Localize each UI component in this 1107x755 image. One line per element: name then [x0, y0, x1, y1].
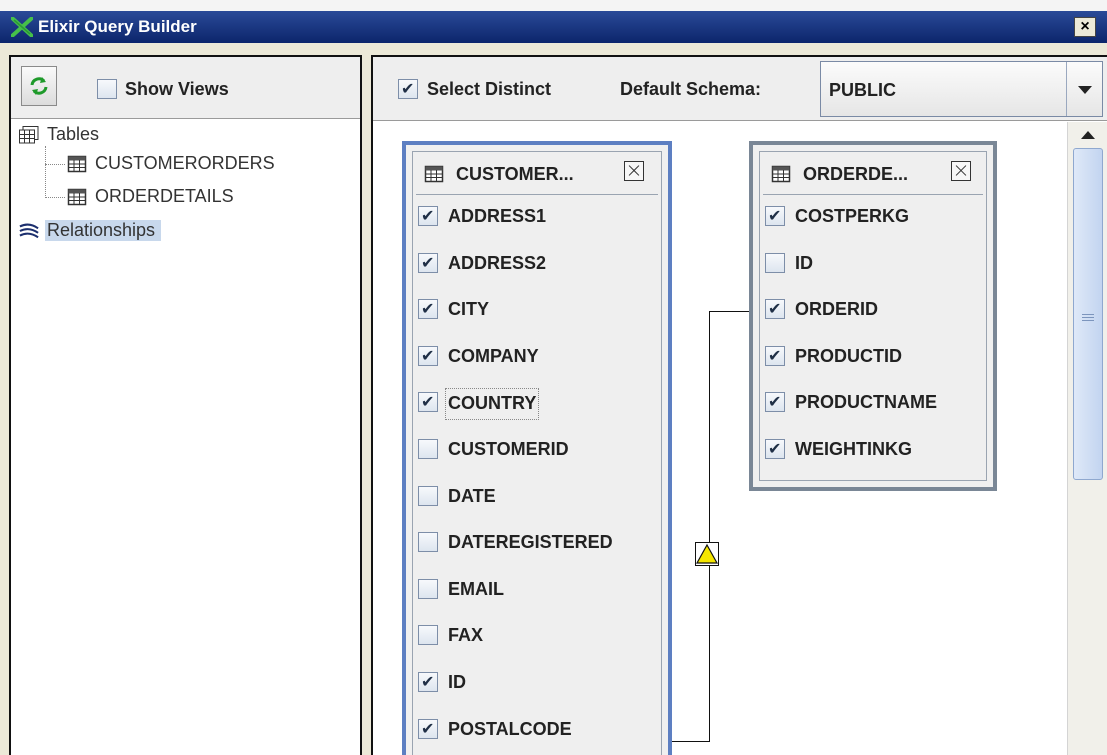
field-name: PRODUCTNAME [795, 392, 937, 413]
refresh-button[interactable] [21, 66, 57, 106]
diagram-canvas[interactable]: CUSTOMER... ADDRESS1 ADDRESS2 CITY COMPANY C… [373, 122, 1067, 755]
table-box-title: ORDERDE... [803, 164, 909, 184]
relationships-icon [19, 223, 39, 239]
show-views-label: Show Views [125, 79, 229, 99]
tree-connector [45, 197, 65, 198]
chevron-down-icon[interactable] [1066, 62, 1102, 116]
table-icon [67, 188, 87, 206]
window-title: Elixir Query Builder [38, 17, 197, 36]
field-checkbox[interactable] [418, 392, 438, 413]
field-checkbox[interactable] [765, 206, 785, 226]
table-icon [771, 165, 791, 183]
field-name: ID [795, 252, 813, 273]
refresh-icon [30, 77, 48, 95]
select-distinct-checkbox[interactable] [398, 79, 418, 99]
default-schema-dropdown[interactable]: PUBLIC [820, 61, 1103, 117]
field-checkbox[interactable] [418, 206, 438, 226]
scroll-up-arrow-icon[interactable] [1071, 124, 1105, 146]
field-name: ADDRESS2 [448, 252, 547, 273]
field-checkbox[interactable] [418, 485, 438, 506]
tree-connector [45, 164, 65, 165]
field-checkbox[interactable] [418, 299, 438, 320]
relationship-line[interactable] [709, 311, 751, 312]
field-checkbox[interactable] [765, 252, 785, 273]
field-name: PRODUCTID [795, 345, 902, 366]
field-checkbox[interactable] [418, 532, 438, 553]
left-toolbar: Show Views [11, 57, 360, 119]
table-icon [67, 155, 87, 173]
field-checkbox[interactable] [765, 439, 785, 459]
show-views-checkbox[interactable] [97, 79, 117, 99]
field-checkbox[interactable] [765, 392, 785, 413]
tree-label: ORDERDETAILS [95, 186, 234, 206]
close-table-icon[interactable] [624, 161, 644, 181]
field-name: COSTPERKG [795, 206, 910, 226]
field-name: DATEREGISTERED [448, 532, 613, 553]
table-box-customerorders[interactable]: CUSTOMER... ADDRESS1 ADDRESS2 CITY COMPANY C… [402, 141, 672, 755]
default-schema-label: Default Schema: [620, 79, 762, 99]
tree-connector [45, 146, 46, 198]
designer-toolbar: Select Distinct Default Schema: PUBLIC [373, 57, 1107, 121]
field-name: EMAIL [448, 578, 504, 599]
tree-label: CUSTOMERORDERS [95, 153, 275, 173]
title-bar: Elixir Query Builder × [0, 0, 1107, 43]
field-name: DATE [448, 485, 496, 506]
window-close-button[interactable]: × [1074, 17, 1096, 37]
relationship-line[interactable] [709, 311, 710, 742]
scrollbar-thumb[interactable] [1073, 148, 1103, 480]
tree-label: Relationships [45, 220, 162, 241]
field-name: CITY [448, 299, 490, 320]
field-name: ADDRESS1 [448, 206, 547, 226]
field-name: POSTALCODE [448, 718, 572, 739]
table-box-header[interactable]: CUSTOMER... [416, 155, 658, 195]
field-name: ID [448, 672, 466, 692]
field-checkbox[interactable] [418, 345, 438, 366]
close-table-icon[interactable] [951, 161, 971, 181]
table-box-header[interactable]: ORDERDE... [763, 155, 983, 195]
table-icon [424, 165, 444, 183]
left-panel: Show Views Tables CUSTOMERORDERS ORDERDE… [9, 55, 362, 755]
relationship-line[interactable] [672, 741, 710, 742]
field-name: FAX [448, 625, 484, 646]
field-checkbox[interactable] [418, 718, 438, 739]
query-designer-panel: Select Distinct Default Schema: PUBLIC [371, 55, 1107, 755]
field-checkbox[interactable] [418, 252, 438, 273]
vertical-scrollbar[interactable] [1067, 122, 1107, 755]
table-box-title: CUSTOMER... [456, 164, 574, 184]
scroll-grip-icon [1082, 314, 1094, 321]
field-name: WEIGHTINKG [795, 439, 912, 459]
field-name: COUNTRY [444, 388, 540, 421]
field-name: CUSTOMERID [448, 439, 569, 459]
panel-splitter[interactable] [362, 55, 371, 755]
field-checkbox[interactable] [765, 299, 785, 320]
default-schema-value: PUBLIC [829, 80, 896, 100]
tables-icon [19, 126, 39, 144]
table-box-orderdetails[interactable]: ORDERDE... COSTPERKG ID ORDERID PRODUCTID PR… [749, 141, 997, 491]
relationship-marker-icon[interactable] [695, 542, 719, 566]
field-checkbox[interactable] [418, 672, 438, 692]
field-name: ORDERID [795, 299, 879, 320]
field-name: COMPANY [448, 345, 539, 366]
select-distinct-label: Select Distinct [427, 79, 552, 99]
field-checkbox[interactable] [418, 439, 438, 459]
tree-label: Tables [47, 124, 100, 144]
field-checkbox[interactable] [418, 578, 438, 599]
field-checkbox[interactable] [418, 625, 438, 646]
app-logo-icon [11, 17, 33, 37]
field-checkbox[interactable] [765, 345, 785, 366]
